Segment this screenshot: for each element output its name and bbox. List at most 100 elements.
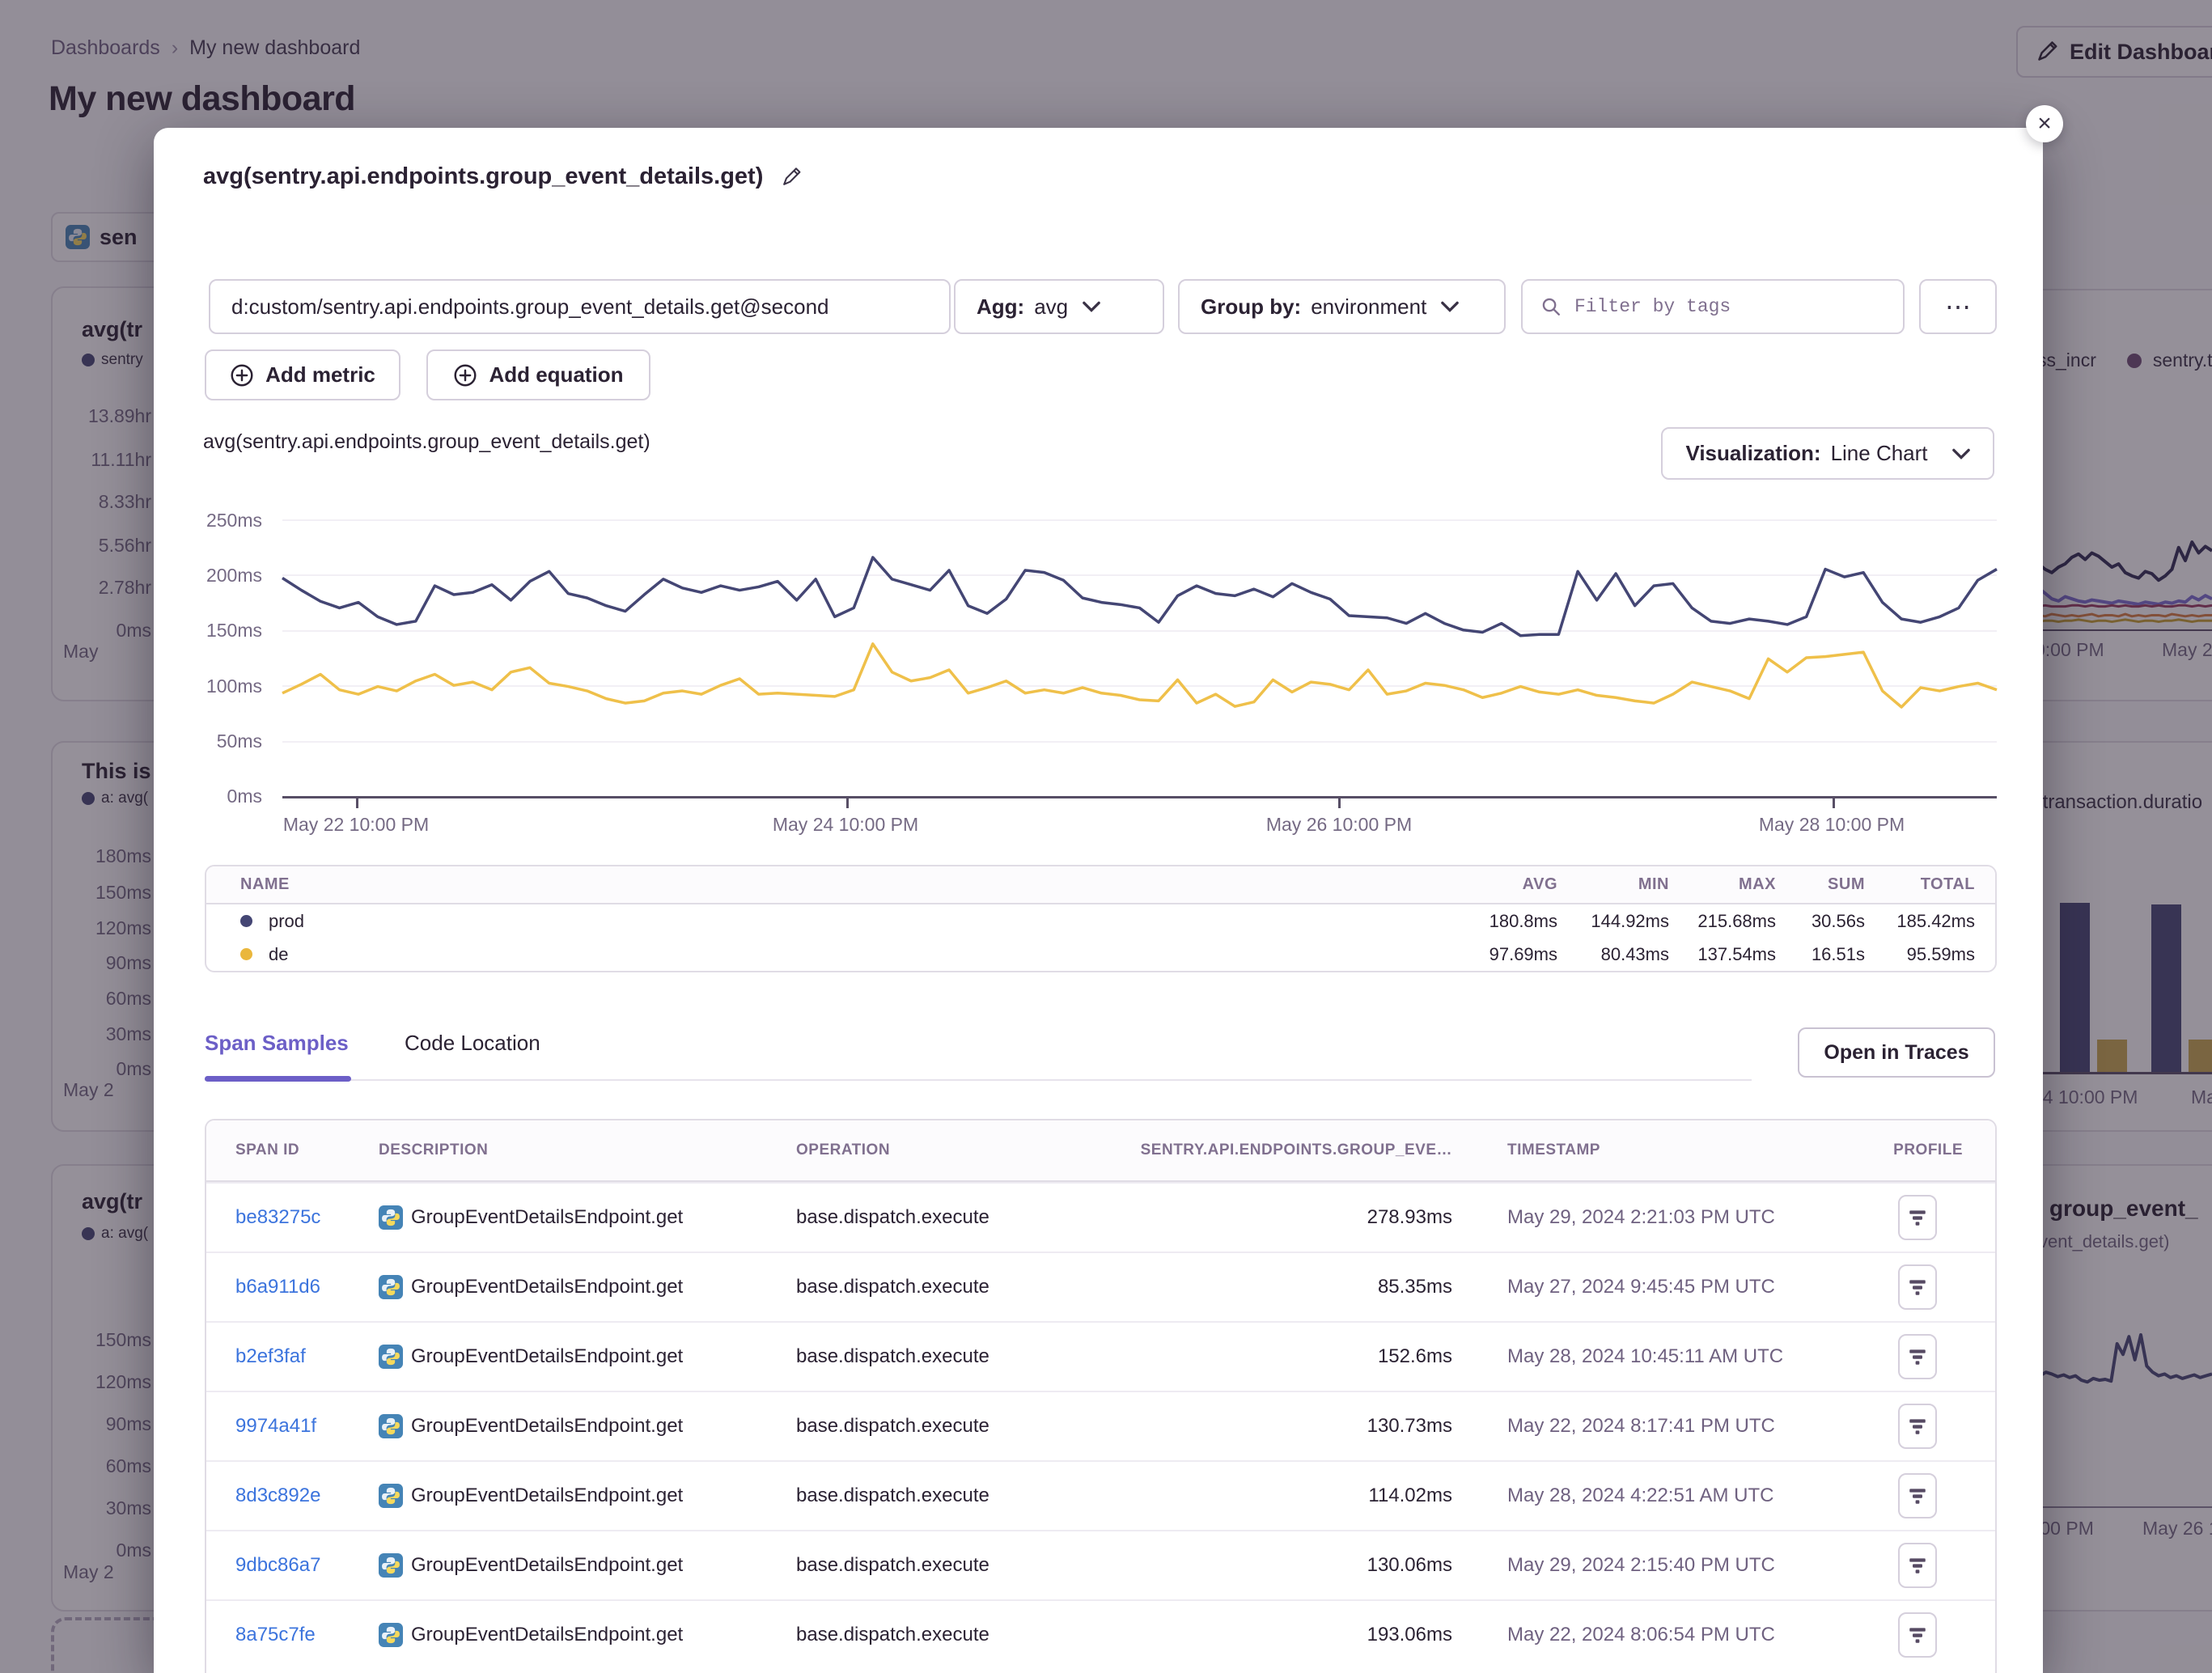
agg-value: avg: [1034, 294, 1068, 320]
y-axis-tick: 50ms: [154, 731, 262, 752]
span-operation: base.dispatch.execute: [796, 1485, 1039, 1507]
series-name: prod: [269, 911, 304, 932]
samples-header-row: SPAN ID DESCRIPTION OPERATION SENTRY.API…: [206, 1120, 1995, 1182]
summary-header-min: MIN: [1557, 875, 1669, 894]
group-by-value: environment: [1311, 294, 1426, 320]
plus-circle-icon: [453, 363, 477, 388]
span-id-link[interactable]: be83275c: [235, 1206, 320, 1228]
screen: Dashboards›My new dashboard My new dashb…: [0, 0, 2212, 1673]
chevron-down-icon: [1083, 301, 1100, 312]
tab-code-location[interactable]: Code Location: [405, 1031, 540, 1056]
open-in-traces-button[interactable]: Open in Traces: [1798, 1027, 1995, 1078]
series-avg: 97.69ms: [1436, 944, 1557, 965]
header-timestamp: TIMESTAMP: [1507, 1141, 1879, 1159]
tab-divider: [205, 1079, 1752, 1081]
tag-filter-field: [1521, 279, 1905, 334]
y-axis-tick: 200ms: [154, 565, 262, 587]
table-row: 8a75c7fe GroupEventDetailsEndpoint.get b…: [206, 1599, 1995, 1669]
profile-button[interactable]: [1898, 1334, 1937, 1379]
summary-header-avg: AVG: [1436, 875, 1557, 894]
span-duration: 152.6ms: [1039, 1345, 1452, 1368]
chevron-down-icon: [1952, 448, 1970, 460]
x-axis-tick-mark: [846, 798, 849, 808]
header-profile: PROFILE: [1879, 1141, 1995, 1159]
profile-button[interactable]: [1898, 1612, 1937, 1658]
span-description: GroupEventDetailsEndpoint.get: [411, 1206, 683, 1229]
chevron-down-icon: [1441, 301, 1459, 312]
series-avg: 180.8ms: [1436, 911, 1557, 932]
modal-title: avg(sentry.api.endpoints.group_event_det…: [203, 163, 763, 190]
series-total: 95.59ms: [1865, 944, 1975, 965]
add-metric-button[interactable]: Add metric: [205, 349, 400, 400]
python-icon: [379, 1345, 403, 1369]
x-axis-tick: May 22 10:00 PM: [235, 814, 477, 836]
summary-row-prod[interactable]: prod 180.8ms 144.92ms 215.68ms 30.56s 18…: [206, 904, 1995, 938]
series-name: de: [269, 944, 288, 965]
table-row: 8d3c892e GroupEventDetailsEndpoint.get b…: [206, 1460, 1995, 1530]
span-operation: base.dispatch.execute: [796, 1276, 1039, 1298]
span-timestamp: May 22, 2024 8:17:41 PM UTC: [1507, 1415, 1879, 1438]
ellipsis-icon: ⋯: [1945, 291, 1971, 322]
span-description: GroupEventDetailsEndpoint.get: [411, 1554, 683, 1577]
y-axis-tick: 100ms: [154, 676, 262, 697]
x-axis-tick-mark: [356, 798, 358, 808]
span-id-link[interactable]: 9974a41f: [235, 1415, 316, 1437]
series-summary-table: NAME AVG MIN MAX SUM TOTAL prod 180.8ms …: [205, 865, 1997, 972]
close-button[interactable]: ×: [2026, 105, 2063, 142]
span-timestamp: May 22, 2024 8:06:54 PM UTC: [1507, 1624, 1879, 1646]
series-max: 215.68ms: [1669, 911, 1776, 932]
series-sum: 30.56s: [1776, 911, 1865, 932]
active-tab-underline: [205, 1076, 351, 1082]
x-axis-tick: May 26 10:00 PM: [1218, 814, 1460, 836]
table-row: 9dbc86a7 GroupEventDetailsEndpoint.get b…: [206, 1530, 1995, 1599]
summary-header-total: TOTAL: [1865, 875, 1975, 894]
edit-title-pencil-icon[interactable]: [781, 167, 802, 188]
span-description: GroupEventDetailsEndpoint.get: [411, 1276, 683, 1298]
visualization-select[interactable]: Visualization: Line Chart: [1661, 427, 1994, 480]
summary-header-name: NAME: [206, 875, 1436, 894]
span-id-link[interactable]: 9dbc86a7: [235, 1554, 320, 1576]
header-operation: OPERATION: [796, 1141, 1039, 1159]
span-duration: 85.35ms: [1039, 1276, 1452, 1298]
span-operation: base.dispatch.execute: [796, 1206, 1039, 1229]
span-id-link[interactable]: b2ef3faf: [235, 1345, 306, 1367]
python-icon: [379, 1484, 403, 1508]
metric-query-input[interactable]: [210, 281, 949, 332]
span-description: GroupEventDetailsEndpoint.get: [411, 1624, 683, 1646]
profile-button[interactable]: [1898, 1473, 1937, 1518]
span-id-link[interactable]: 8a75c7fe: [235, 1624, 316, 1645]
tab-span-samples[interactable]: Span Samples: [205, 1031, 349, 1056]
span-duration: 130.06ms: [1039, 1554, 1452, 1577]
profile-button[interactable]: [1898, 1264, 1937, 1310]
search-icon: [1540, 296, 1562, 317]
table-row: 9974a41f GroupEventDetailsEndpoint.get b…: [206, 1391, 1995, 1460]
series-max: 137.54ms: [1669, 944, 1776, 965]
y-axis-tick: 0ms: [154, 786, 262, 807]
span-operation: base.dispatch.execute: [796, 1415, 1039, 1438]
line-chart-plot[interactable]: [282, 519, 1997, 798]
python-icon: [379, 1414, 403, 1438]
group-by-select[interactable]: Group by: environment: [1178, 279, 1506, 334]
y-axis-tick: 150ms: [154, 620, 262, 642]
table-row: b2ef3faf GroupEventDetailsEndpoint.get b…: [206, 1321, 1995, 1391]
group-by-label: Group by:: [1201, 294, 1301, 320]
profile-button[interactable]: [1898, 1195, 1937, 1240]
table-row: b6a911d6 GroupEventDetailsEndpoint.get b…: [206, 1252, 1995, 1321]
more-options-button[interactable]: ⋯: [1919, 279, 1997, 334]
add-equation-label: Add equation: [489, 362, 623, 388]
plus-circle-icon: [230, 363, 254, 388]
tag-filter-input[interactable]: [1573, 281, 1885, 332]
summary-header-max: MAX: [1669, 875, 1776, 894]
aggregation-select[interactable]: Agg: avg: [954, 279, 1164, 334]
add-equation-button[interactable]: Add equation: [426, 349, 650, 400]
profile-button[interactable]: [1898, 1404, 1937, 1449]
span-id-link[interactable]: 8d3c892e: [235, 1485, 320, 1506]
profile-button[interactable]: [1898, 1543, 1937, 1588]
span-id-link[interactable]: b6a911d6: [235, 1276, 320, 1298]
table-row: be83275c GroupEventDetailsEndpoint.get b…: [206, 1182, 1995, 1252]
header-description: DESCRIPTION: [379, 1141, 796, 1159]
span-duration: 130.73ms: [1039, 1415, 1452, 1438]
span-description: GroupEventDetailsEndpoint.get: [411, 1485, 683, 1507]
span-operation: base.dispatch.execute: [796, 1345, 1039, 1368]
summary-row-de[interactable]: de 97.69ms 80.43ms 137.54ms 16.51s 95.59…: [206, 938, 1995, 971]
